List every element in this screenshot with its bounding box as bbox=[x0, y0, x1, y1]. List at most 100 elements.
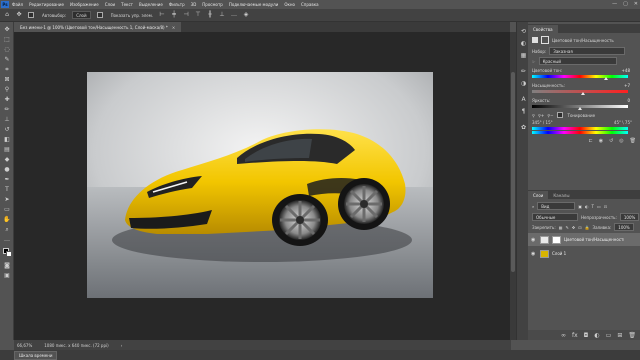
tab-close-icon[interactable]: × bbox=[172, 25, 175, 30]
zoom-icon[interactable]: ⌕ bbox=[3, 226, 11, 233]
filter-type-icon[interactable]: T bbox=[592, 204, 594, 209]
menu-image[interactable]: Изображение bbox=[70, 2, 99, 7]
new-group-icon[interactable]: ▭ bbox=[606, 332, 612, 339]
crop-icon[interactable]: ⌗ bbox=[3, 66, 11, 73]
document-tab[interactable]: Без имени-1 @ 100% (Цветовой тон/Насыщен… bbox=[14, 22, 182, 32]
zoom-level[interactable]: 66,67% bbox=[17, 343, 32, 348]
hue-value[interactable]: +48 bbox=[622, 68, 630, 73]
paragraph-panel-icon[interactable]: ¶ bbox=[520, 108, 527, 115]
lock-pixels-icon[interactable]: ▦ bbox=[559, 225, 563, 230]
link-layers-icon[interactable]: ∞ bbox=[561, 332, 566, 339]
tab-channels[interactable]: Каналы bbox=[548, 191, 574, 199]
3d-mode-icon[interactable]: ◈ bbox=[243, 12, 249, 18]
lock-all-icon[interactable]: 🔒 bbox=[585, 225, 590, 230]
on-image-adjust-icon[interactable]: ☞ bbox=[532, 59, 536, 64]
clone-stamp-icon[interactable]: ⊥ bbox=[3, 116, 11, 123]
adjustments-panel-icon[interactable]: ◑ bbox=[520, 80, 527, 87]
menu-edit[interactable]: Редактирование bbox=[29, 2, 64, 7]
more-tools-icon[interactable]: … bbox=[3, 236, 11, 243]
timeline-button[interactable]: Шкала времени bbox=[14, 350, 58, 360]
screen-mode-icon[interactable]: ▣ bbox=[3, 272, 11, 279]
view-previous-icon[interactable]: ◉ bbox=[599, 138, 603, 150]
healing-brush-icon[interactable]: ✚ bbox=[3, 96, 11, 103]
align-top-icon[interactable]: ⊤ bbox=[195, 12, 201, 18]
hue-slider[interactable] bbox=[532, 75, 628, 80]
menu-window[interactable]: Окно bbox=[284, 2, 295, 7]
align-left-icon[interactable]: ⊢ bbox=[159, 12, 165, 18]
align-right-icon[interactable]: ⊣ bbox=[183, 12, 189, 18]
channel-dropdown[interactable]: Красный bbox=[538, 57, 617, 65]
menu-help[interactable]: Справка bbox=[301, 2, 319, 7]
hue-slider-knob[interactable] bbox=[603, 77, 608, 80]
colorize-checkbox[interactable] bbox=[556, 112, 563, 118]
filter-pixel-icon[interactable]: ▣ bbox=[578, 204, 582, 209]
brush-panel-icon[interactable]: ✏ bbox=[520, 68, 527, 75]
gradient-icon[interactable]: ▤ bbox=[3, 146, 11, 153]
document-image[interactable] bbox=[87, 72, 433, 298]
layer-name[interactable]: Цветовой тон/Насыщенность 1 bbox=[564, 237, 624, 242]
eyedropper-add-icon[interactable]: ⚲+ bbox=[538, 113, 544, 118]
saturation-value[interactable]: +7 bbox=[624, 83, 630, 88]
add-mask-icon[interactable]: ◘ bbox=[584, 332, 589, 339]
layer-row-hue-saturation[interactable]: ◉ Цветовой тон/Насыщенность 1 bbox=[528, 233, 640, 246]
lasso-icon[interactable]: ◌ bbox=[3, 46, 11, 53]
filter-shape-icon[interactable]: ▭ bbox=[597, 204, 601, 209]
hand-icon[interactable]: ✋ bbox=[3, 216, 11, 223]
saturation-slider-knob[interactable] bbox=[581, 92, 586, 95]
eyedropper-sample-icon[interactable]: ⚲ bbox=[532, 113, 535, 118]
maximize-icon[interactable]: ▢ bbox=[623, 1, 628, 7]
marquee-icon[interactable]: ⬚ bbox=[3, 36, 11, 43]
pen-icon[interactable]: ✒ bbox=[3, 176, 11, 183]
fill-input[interactable]: 100% bbox=[614, 223, 634, 231]
lightness-slider[interactable] bbox=[532, 105, 628, 110]
layer-name[interactable]: Слой 1 bbox=[552, 251, 566, 256]
layer-style-icon[interactable]: fx bbox=[572, 332, 578, 339]
layer-mask-thumb[interactable] bbox=[552, 235, 561, 244]
menu-plugins[interactable]: Подключаемые модули bbox=[229, 2, 279, 7]
align-middle-icon[interactable]: ╫ bbox=[207, 12, 213, 18]
filter-adjust-icon[interactable]: ◐ bbox=[585, 204, 589, 209]
autoselect-checkbox[interactable] bbox=[28, 12, 34, 18]
home-icon[interactable]: ⌂ bbox=[4, 12, 10, 18]
transform-checkbox[interactable] bbox=[96, 12, 103, 18]
shape-icon[interactable]: ▭ bbox=[3, 206, 11, 213]
new-layer-icon[interactable]: ⊞ bbox=[617, 332, 622, 339]
swatches-panel-icon[interactable]: ▦ bbox=[520, 52, 527, 59]
path-select-icon[interactable]: ➤ bbox=[3, 196, 11, 203]
history-brush-icon[interactable]: ↺ bbox=[3, 126, 11, 133]
eyedropper-icon[interactable]: ⚲ bbox=[3, 86, 11, 93]
layer-row-layer-1[interactable]: ◉ Слой 1 bbox=[528, 247, 640, 260]
character-panel-icon[interactable]: A bbox=[520, 96, 527, 103]
opacity-input[interactable]: 100% bbox=[619, 213, 640, 221]
visibility-icon[interactable]: ◎ bbox=[619, 138, 623, 150]
visibility-eye-icon[interactable]: ◉ bbox=[531, 251, 537, 257]
preset-dropdown[interactable]: Заказная bbox=[549, 47, 626, 55]
move-icon[interactable]: ✥ bbox=[3, 26, 11, 33]
menu-select[interactable]: Выделение bbox=[139, 2, 163, 7]
visibility-eye-icon[interactable]: ◉ bbox=[531, 237, 537, 243]
close-icon[interactable]: ✕ bbox=[634, 1, 638, 7]
status-arrow-icon[interactable]: › bbox=[121, 343, 123, 348]
menu-type[interactable]: Текст bbox=[121, 2, 133, 7]
delete-adjustment-icon[interactable]: 🗑 bbox=[630, 138, 636, 150]
type-icon[interactable]: T bbox=[3, 186, 11, 193]
layer-filter-dropdown[interactable]: Вид bbox=[537, 202, 576, 210]
menu-view[interactable]: Просмотр bbox=[202, 2, 223, 7]
clip-to-layer-icon[interactable]: ⊏ bbox=[588, 138, 592, 150]
delete-layer-icon[interactable]: 🗑 bbox=[628, 332, 636, 339]
background-color-swatch[interactable] bbox=[6, 251, 12, 257]
more-icon[interactable]: … bbox=[231, 12, 237, 18]
filter-smart-icon[interactable]: ⊡ bbox=[604, 204, 607, 209]
mask-icon[interactable] bbox=[541, 36, 549, 44]
tab-layers[interactable]: Слои bbox=[528, 191, 549, 199]
blend-mode-dropdown[interactable]: Обычные bbox=[532, 213, 578, 221]
lock-paint-icon[interactable]: ✎ bbox=[565, 225, 568, 230]
align-center-icon[interactable]: ╪ bbox=[171, 12, 177, 18]
quick-select-icon[interactable]: ✎ bbox=[3, 56, 11, 63]
scrollbar-thumb[interactable] bbox=[511, 72, 515, 272]
lightness-value[interactable]: 0 bbox=[627, 98, 630, 103]
history-panel-icon[interactable]: ⟲ bbox=[520, 28, 527, 35]
frame-icon[interactable]: ⊠ bbox=[3, 76, 11, 83]
brush-icon[interactable]: ✏ bbox=[3, 106, 11, 113]
lock-position-icon[interactable]: ✥ bbox=[572, 225, 575, 230]
